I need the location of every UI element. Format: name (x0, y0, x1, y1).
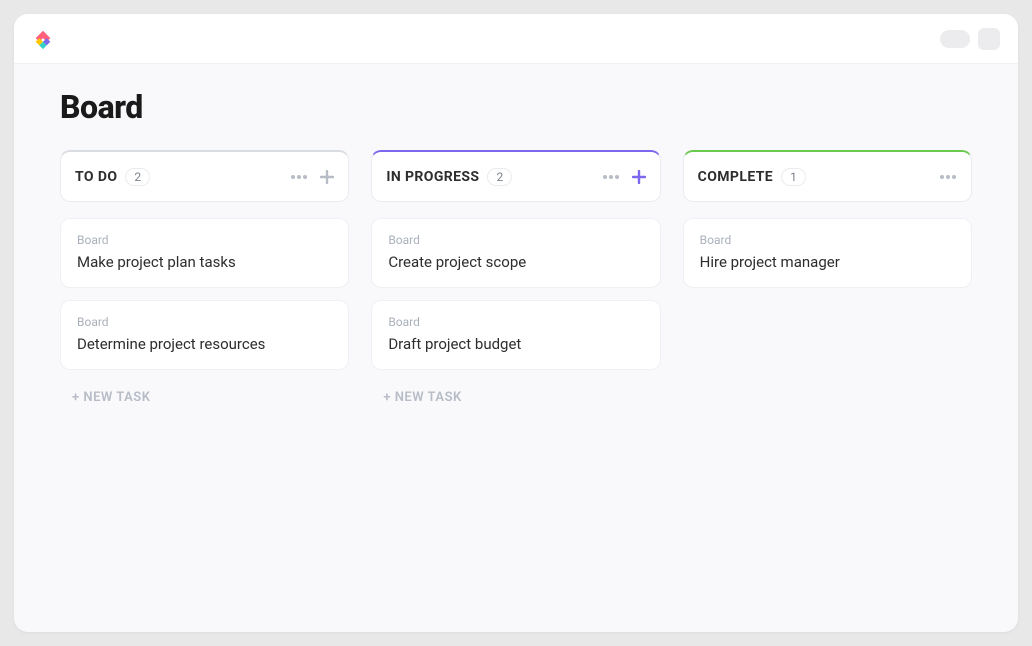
task-card[interactable]: Board Draft project budget (371, 300, 660, 370)
task-card-title: Create project scope (388, 253, 643, 271)
column-header: TO DO 2 (60, 150, 349, 202)
column-count-badge: 2 (125, 168, 150, 186)
more-icon[interactable] (602, 174, 620, 180)
column-title: IN PROGRESS (386, 169, 479, 185)
more-icon[interactable] (290, 174, 308, 180)
task-card[interactable]: Board Create project scope (371, 218, 660, 288)
task-card-meta: Board (77, 315, 332, 329)
add-task-icon[interactable] (320, 170, 334, 184)
add-task-icon[interactable] (632, 170, 646, 184)
task-card-meta: Board (388, 233, 643, 247)
task-card-meta: Board (700, 233, 955, 247)
task-card-title: Make project plan tasks (77, 253, 332, 271)
task-card-meta: Board (77, 233, 332, 247)
topbar-placeholder-b[interactable] (978, 28, 1000, 50)
task-card-meta: Board (388, 315, 643, 329)
column-actions (939, 174, 957, 180)
app-logo-icon (32, 28, 54, 50)
task-card-title: Draft project budget (388, 335, 643, 353)
kanban-board: TO DO 2 Board Make project plan tasks (60, 150, 972, 413)
column-title: COMPLETE (698, 169, 773, 185)
app-window: Board TO DO 2 (14, 14, 1018, 632)
task-card[interactable]: Board Determine project resources (60, 300, 349, 370)
column-actions (290, 170, 334, 184)
column-in-progress: IN PROGRESS 2 Board Create project sc (371, 150, 660, 413)
column-complete: COMPLETE 1 Board Hire project manager (683, 150, 972, 413)
column-actions (602, 170, 646, 184)
task-card-title: Determine project resources (77, 335, 332, 353)
topbar-actions (940, 28, 1000, 50)
content: Board TO DO 2 (14, 64, 1018, 437)
column-count-badge: 1 (781, 168, 806, 186)
task-card-title: Hire project manager (700, 253, 955, 271)
topbar-placeholder-a[interactable] (940, 30, 970, 48)
task-card[interactable]: Board Make project plan tasks (60, 218, 349, 288)
column-count-badge: 2 (487, 168, 512, 186)
task-card[interactable]: Board Hire project manager (683, 218, 972, 288)
page-title: Board (60, 88, 972, 126)
new-task-button[interactable]: + NEW TASK (371, 382, 660, 413)
column-header: COMPLETE 1 (683, 150, 972, 202)
column-todo: TO DO 2 Board Make project plan tasks (60, 150, 349, 413)
more-icon[interactable] (939, 174, 957, 180)
column-title: TO DO (75, 169, 117, 185)
column-header: IN PROGRESS 2 (371, 150, 660, 202)
topbar (14, 14, 1018, 64)
new-task-button[interactable]: + NEW TASK (60, 382, 349, 413)
